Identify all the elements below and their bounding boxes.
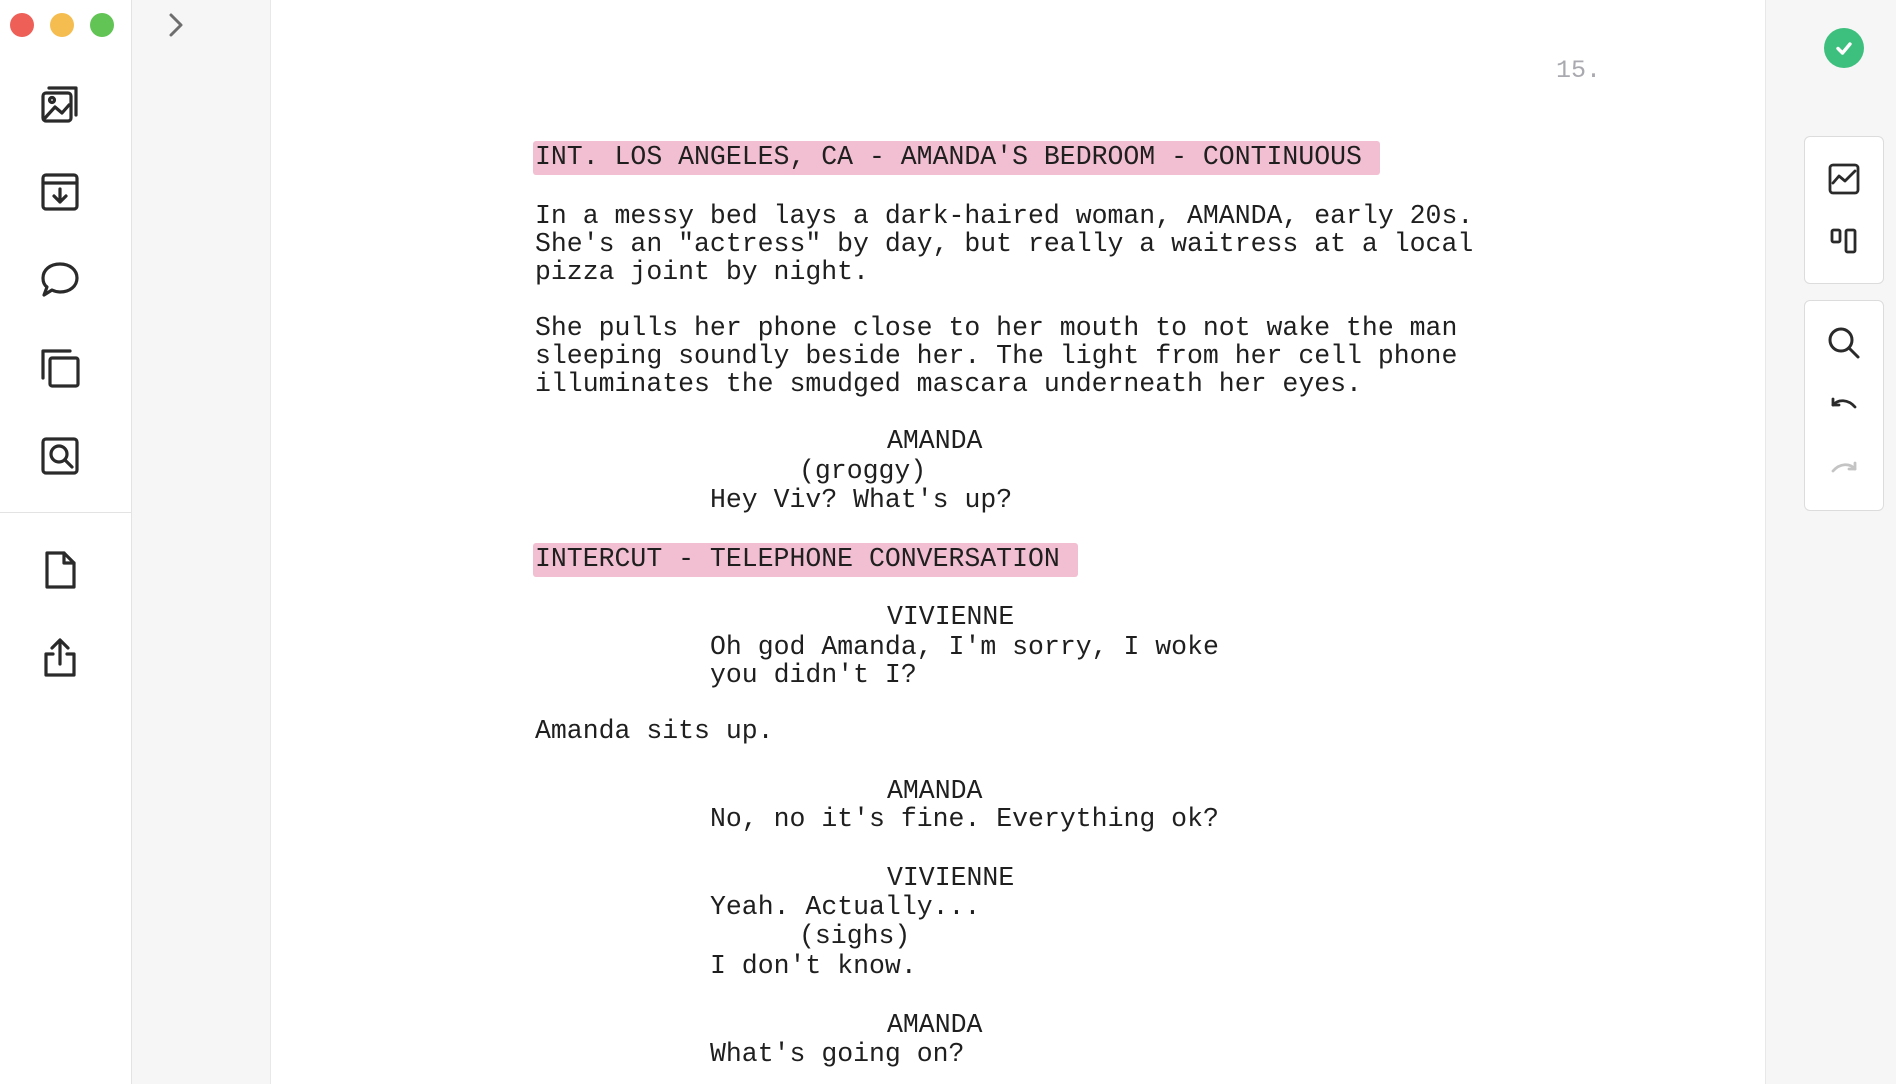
images-button[interactable] <box>36 80 84 128</box>
parenthetical[interactable]: (sighs) <box>799 922 910 950</box>
action-line[interactable]: pizza joint by night. <box>535 258 869 286</box>
chart-icon <box>1828 163 1860 195</box>
images-icon <box>41 86 78 123</box>
search-icon <box>1828 327 1860 359</box>
dialogue-line[interactable]: Oh god Amanda, I'm sorry, I woke <box>710 633 1219 661</box>
check-icon <box>1836 42 1852 55</box>
character-name[interactable]: AMANDA <box>887 1011 982 1039</box>
page-number: 15. <box>1556 56 1602 85</box>
share-button[interactable] <box>36 634 84 682</box>
layout-button[interactable] <box>1805 213 1883 269</box>
dialogue-line[interactable]: I don't know. <box>710 952 917 980</box>
character-name[interactable]: VIVIENNE <box>887 864 1014 892</box>
sidebar-divider <box>0 512 131 513</box>
find-in-document-button[interactable] <box>36 432 84 480</box>
dialogue-line[interactable]: Hey Viv? What's up? <box>710 486 1012 514</box>
download-archive-icon <box>41 173 79 211</box>
character-name[interactable]: AMANDA <box>887 777 982 805</box>
copy-icon <box>41 349 80 388</box>
expand-panel-button[interactable] <box>160 10 190 40</box>
character-name[interactable]: VIVIENNE <box>887 603 1014 631</box>
layout-columns-icon <box>1830 228 1857 254</box>
document-icon <box>45 551 76 589</box>
action-line[interactable]: Amanda sits up. <box>535 717 774 745</box>
comment-icon <box>41 262 79 297</box>
window-maximize-button[interactable] <box>90 13 114 37</box>
find-in-document-icon <box>41 437 79 475</box>
redo-button[interactable] <box>1805 443 1883 499</box>
download-button[interactable] <box>36 168 84 216</box>
left-sidebar <box>0 0 132 1084</box>
character-name[interactable]: AMANDA <box>887 427 982 455</box>
dialogue-line[interactable]: Yeah. Actually... <box>710 893 980 921</box>
scene-heading[interactable]: INTERCUT - TELEPHONE CONVERSATION <box>533 543 1078 577</box>
comments-button[interactable] <box>36 256 84 304</box>
chart-view-button[interactable] <box>1805 151 1883 207</box>
undo-icon <box>1831 397 1857 409</box>
action-line[interactable]: illuminates the smudged mascara undernea… <box>535 370 1362 398</box>
saved-status-indicator[interactable] <box>1824 28 1864 68</box>
window-minimize-button[interactable] <box>50 13 74 37</box>
dialogue-line[interactable]: you didn't I? <box>710 661 917 689</box>
action-line[interactable]: She pulls her phone close to her mouth t… <box>535 314 1457 342</box>
edit-tools-group <box>1804 300 1884 511</box>
action-line[interactable]: She's an "actress" by day, but really a … <box>535 230 1473 258</box>
share-icon <box>44 638 76 677</box>
document-button[interactable] <box>36 546 84 594</box>
action-line[interactable]: In a messy bed lays a dark-haired woman,… <box>535 202 1473 230</box>
undo-button[interactable] <box>1805 379 1883 435</box>
redo-icon <box>1831 461 1857 473</box>
dialogue-line[interactable]: No, no it's fine. Everything ok? <box>710 805 1219 833</box>
view-tools-group <box>1804 136 1884 284</box>
chevron-right-icon <box>169 13 183 37</box>
window-close-button[interactable] <box>10 13 34 37</box>
dialogue-line[interactable]: What's going on? <box>710 1040 964 1068</box>
search-button[interactable] <box>1805 315 1883 371</box>
scene-heading[interactable]: INT. LOS ANGELES, CA - AMANDA'S BEDROOM … <box>533 141 1380 175</box>
action-line[interactable]: sleeping soundly beside her. The light f… <box>535 342 1457 370</box>
parenthetical[interactable]: (groggy) <box>799 457 926 485</box>
duplicate-button[interactable] <box>36 344 84 392</box>
